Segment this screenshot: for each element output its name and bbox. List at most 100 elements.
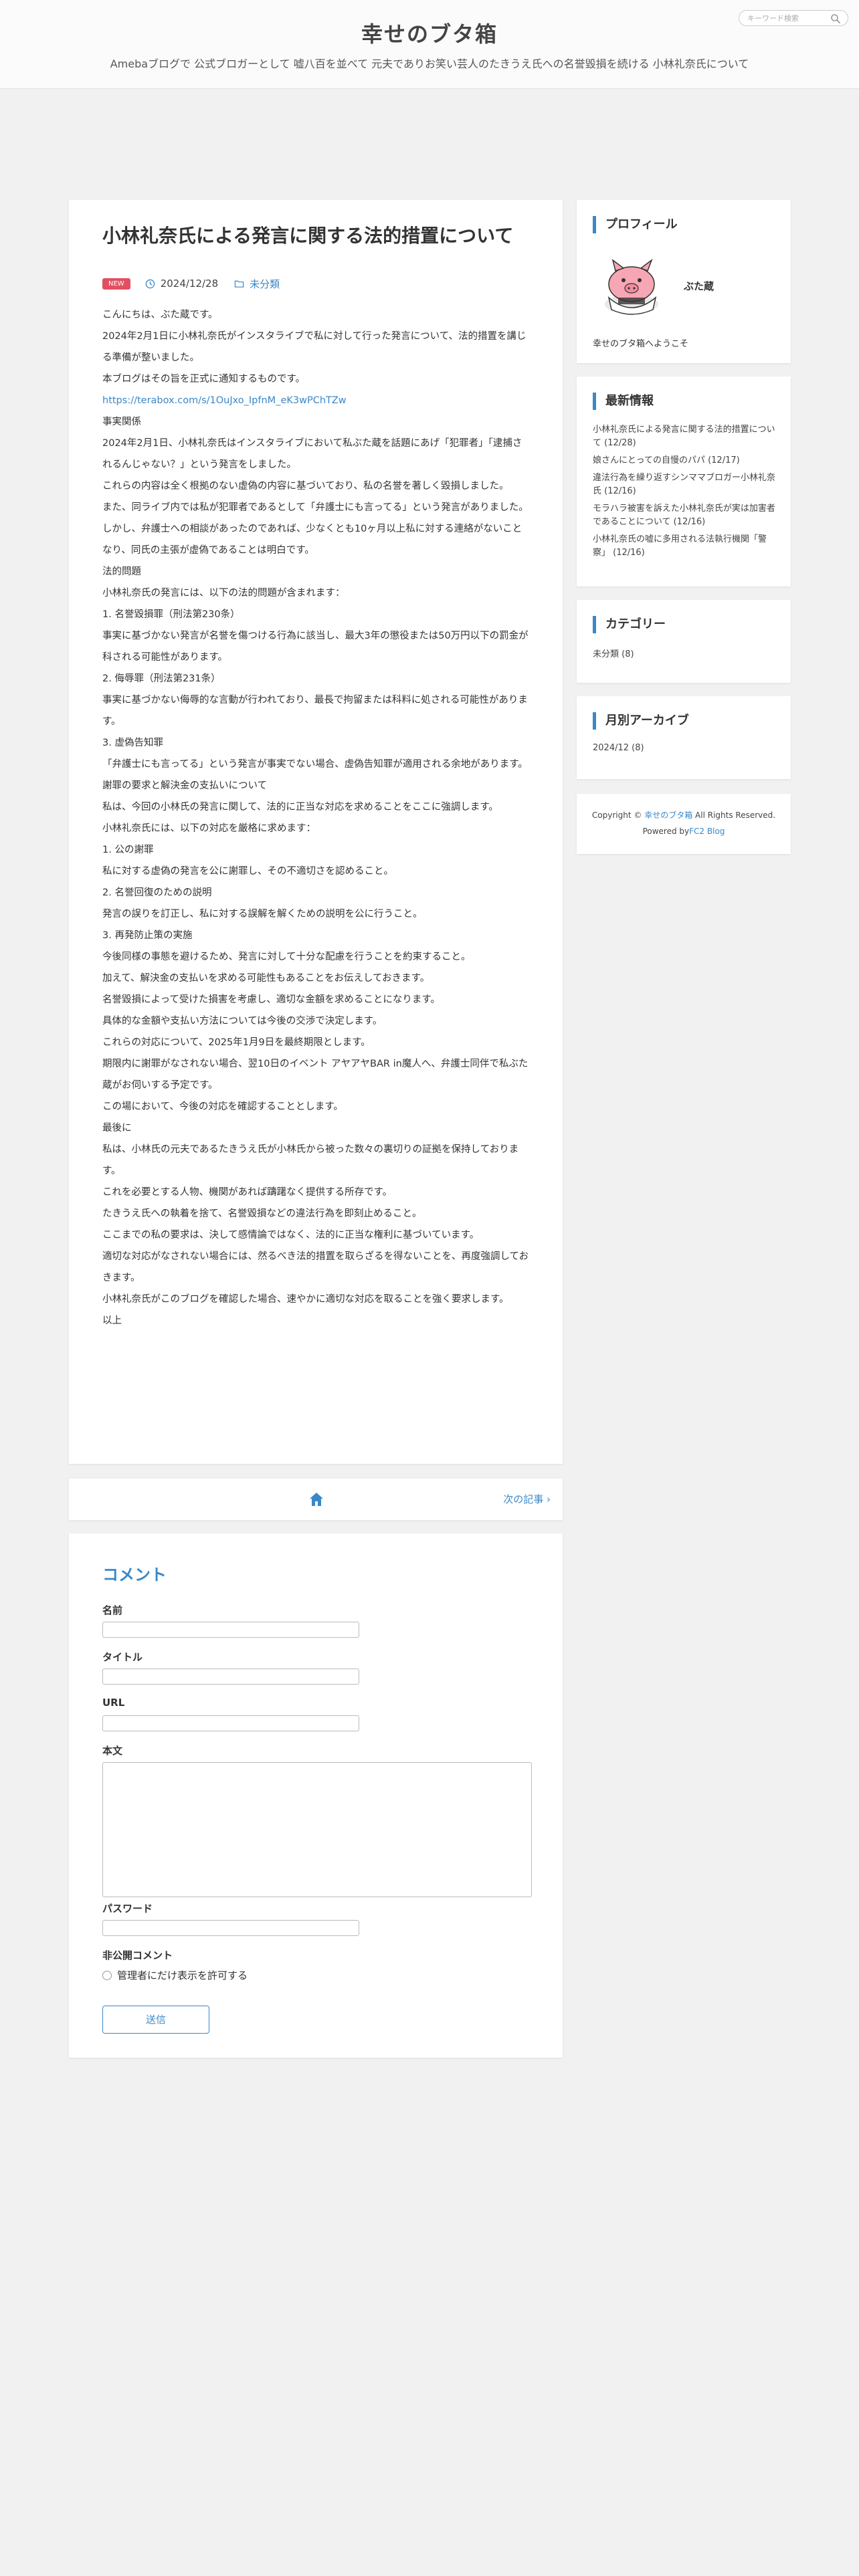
pig-avatar bbox=[605, 258, 658, 315]
category-item[interactable]: 未分類 (8) bbox=[593, 647, 634, 659]
search-icon[interactable] bbox=[830, 13, 841, 24]
post-paragraph: こんにちは、ぶた蔵です。 bbox=[102, 310, 218, 320]
post-paragraph: 私に対する虚偽の発言を公に謝罪し、その不適切さを認めること。 bbox=[102, 866, 393, 877]
powered-prefix: Powered by bbox=[642, 827, 690, 836]
private-label: 非公開コメント bbox=[102, 1949, 173, 1961]
post-paragraph: 事実関係 bbox=[102, 417, 141, 427]
url-label: URL bbox=[102, 1697, 125, 1709]
post-paragraph: これを必要とする人物、機関があれば躊躇なく提供する所存です。 bbox=[102, 1187, 393, 1198]
search-box[interactable] bbox=[739, 10, 848, 26]
post-paragraph: しかし、弁護士への相談があったのであれば、少なくとも10ヶ月以上私に対する連絡が… bbox=[102, 524, 522, 556]
post-paragraph: 「弁護士にも言ってる」という発言が事実でない場合、虚偽告知罪が適用される余地があ… bbox=[102, 759, 528, 770]
post-date: 2024/12/28 bbox=[145, 278, 218, 290]
archive-heading: 月別アーカイブ bbox=[593, 712, 689, 730]
private-radio[interactable] bbox=[102, 1970, 112, 1980]
site-title[interactable]: 幸せのブタ箱 bbox=[0, 17, 859, 48]
profile-intro: 幸せのブタ箱へようこそ bbox=[593, 339, 689, 349]
body-textarea[interactable] bbox=[102, 1762, 532, 1897]
profile-widget: プロフィール ぶた蔵 幸せのブタ箱へようこそ bbox=[577, 200, 791, 363]
post-navigation: 次の記事 › bbox=[69, 1479, 563, 1520]
post-paragraph: 小林礼奈氏には、以下の対応を厳格に求めます： bbox=[102, 823, 316, 834]
recent-item[interactable]: 小林礼奈氏による発言に関する法的措置について (12/28) bbox=[593, 423, 777, 450]
post-paragraph: 3. 虚偽告知罪 bbox=[102, 738, 163, 748]
post-paragraph: 今後同様の事態を避けるため、発言に対して十分な配慮を行うことを約束すること。 bbox=[102, 952, 471, 962]
post-category[interactable]: 未分類 bbox=[234, 277, 280, 291]
post-paragraph: 2024年2月1日、小林礼奈氏はインスタライブにおいて私ぶた蔵を話題にあげ「犯罪… bbox=[102, 438, 522, 470]
copyright-rights: All Rights Reserved. bbox=[695, 811, 776, 820]
post-date-text: 2024/12/28 bbox=[160, 278, 219, 290]
next-post-label[interactable]: 次の記事 bbox=[503, 1493, 543, 1505]
post-paragraph: 2. 侮辱罪（刑法第231条） bbox=[102, 673, 221, 684]
post-paragraph: 私は、今回の小林氏の発言に関して、法的に正当な対応を求めることをここに強調します… bbox=[102, 802, 498, 813]
post-paragraph: 小林礼奈氏の発言には、以下の法的問題が含まれます： bbox=[102, 588, 345, 599]
post-paragraph: また、同ライブ内では私が犯罪者であるとして「弁護士にも言ってる」という発言があり… bbox=[102, 502, 529, 513]
copyright-prefix: Copyright © bbox=[591, 811, 642, 820]
powered-line: Powered byFC2 Blog bbox=[577, 823, 791, 839]
private-option-label[interactable]: 管理者にだけ表示を許可する bbox=[117, 1968, 248, 1982]
post-paragraph: 以上 bbox=[102, 1315, 122, 1326]
post-category-text[interactable]: 未分類 bbox=[250, 277, 280, 291]
post-paragraph: 加えて、解決金の支払いを求める可能性もあることをお伝えしておきます。 bbox=[102, 973, 430, 984]
post-paragraph: 3. 再発防止策の実施 bbox=[102, 930, 193, 941]
post-meta: NEW 2024/12/28 未分類 bbox=[102, 276, 280, 291]
powered-link[interactable]: FC2 Blog bbox=[689, 827, 725, 836]
profile-heading: プロフィール bbox=[593, 216, 678, 233]
post-paragraph: 適切な対応がなされない場合には、然るべき法的措置を取らざるを得ないことを、再度強… bbox=[102, 1251, 529, 1283]
post-paragraph: 事実に基づかない発言が名誉を傷つける行為に該当し、最大3年の懲役または50万円以… bbox=[102, 631, 529, 663]
copyright-site-link[interactable]: 幸せのブタ箱 bbox=[644, 811, 692, 820]
post-paragraph: 私は、小林氏の元夫であるたきうえ氏が小林氏から被った数々の裏切りの証拠を保持して… bbox=[102, 1144, 519, 1176]
post-link[interactable]: https://terabox.com/s/1OuJxo_IpfnM_eK3wP… bbox=[102, 390, 531, 411]
post-paragraph: 最後に bbox=[102, 1123, 132, 1134]
category-widget: カテゴリー 未分類 (8) bbox=[577, 600, 791, 683]
post-paragraph: 2. 名誉回復のための説明 bbox=[102, 887, 212, 898]
recent-heading: 最新情報 bbox=[593, 393, 654, 410]
article-card: 小林礼奈氏による発言に関する法的措置について NEW 2024/12/28 未分… bbox=[69, 200, 563, 1464]
next-post-link[interactable]: 次の記事 › bbox=[503, 1492, 551, 1506]
name-field[interactable] bbox=[102, 1622, 359, 1638]
comment-heading: コメント bbox=[102, 1566, 167, 1584]
title-label: タイトル bbox=[102, 1651, 143, 1663]
post-paragraph: 1. 名誉毀損罪（刑法第230条） bbox=[102, 609, 240, 620]
site-description: Amebaブログで 公式ブロガーとして 嘘八百を並べて 元夫でありお笑い芸人のた… bbox=[110, 58, 749, 70]
body-label: 本文 bbox=[102, 1745, 123, 1757]
post-title: 小林礼奈氏による発言に関する法的措置について bbox=[102, 225, 514, 247]
new-badge: NEW bbox=[102, 278, 130, 290]
recent-item[interactable]: 娘さんにとっての自慢のパパ (12/17) bbox=[593, 454, 777, 467]
copyright-widget: Copyright © 幸せのブタ箱 All Rights Reserved. … bbox=[577, 794, 791, 854]
copyright-line: Copyright © 幸せのブタ箱 All Rights Reserved. bbox=[577, 807, 791, 823]
url-field[interactable] bbox=[102, 1715, 359, 1731]
recent-item[interactable]: 違法行為を繰り返すシンママブロガー小林礼奈氏 (12/16) bbox=[593, 471, 777, 498]
recent-widget: 最新情報 小林礼奈氏による発言に関する法的措置について (12/28) 娘さんにと… bbox=[577, 377, 791, 586]
home-icon[interactable] bbox=[308, 1491, 325, 1508]
post-paragraph: 事実に基づかない侮辱的な言動が行われており、最長で拘留または科料に処される可能性… bbox=[102, 695, 528, 727]
search-input[interactable] bbox=[747, 13, 826, 23]
title-field[interactable] bbox=[102, 1669, 359, 1685]
post-paragraph: ここまでの私の要求は、決して感情論ではなく、法的に正当な権利に基づいています。 bbox=[102, 1230, 480, 1241]
category-heading: カテゴリー bbox=[593, 616, 666, 633]
private-option[interactable]: 管理者にだけ表示を許可する bbox=[102, 1968, 248, 1982]
post-paragraph: これらの内容は全く根拠のない虚偽の内容に基づいており、私の名誉を著しく毀損しまし… bbox=[102, 481, 509, 492]
post-paragraph: この場において、今後の対応を確認することとします。 bbox=[102, 1101, 343, 1112]
folder-icon bbox=[234, 280, 244, 288]
post-paragraph: これらの対応について、2025年1月9日を最終期限とします。 bbox=[102, 1037, 371, 1048]
recent-list: 小林礼奈氏による発言に関する法的措置について (12/28) 娘さんにとっての自慢… bbox=[593, 423, 777, 564]
post-paragraph: 本ブログはその旨を正式に通知するものです。 bbox=[102, 374, 306, 385]
post-paragraph: 名誉毀損によって受けた損害を考慮し、適切な金額を求めることになります。 bbox=[102, 994, 440, 1005]
post-paragraph: 2024年2月1日に小林礼奈氏がインスタライブで私に対して行った発言について、法… bbox=[102, 331, 527, 363]
comment-form: コメント 名前 タイトル URL 本文 パスワード 非公開コメント 管理者にだけ… bbox=[69, 1533, 563, 2058]
name-label: 名前 bbox=[102, 1604, 123, 1616]
post-paragraph: 1. 公の謝罪 bbox=[102, 845, 154, 855]
password-label: パスワード bbox=[102, 1903, 153, 1915]
chevron-right-icon: › bbox=[547, 1493, 551, 1505]
post-paragraph: たきうえ氏への執着を捨て、名誉毀損などの違法行為を即刻止めること。 bbox=[102, 1208, 422, 1219]
archive-item[interactable]: 2024/12 (8) bbox=[593, 743, 644, 753]
post-paragraph: 法的問題 bbox=[102, 566, 141, 577]
site-header: 幸せのブタ箱 Amebaブログで 公式ブロガーとして 嘘八百を並べて 元夫であり… bbox=[0, 0, 859, 89]
recent-item[interactable]: 小林礼奈氏の嘘に多用される法執行機関「警察」 (12/16) bbox=[593, 533, 777, 560]
password-field[interactable] bbox=[102, 1920, 359, 1936]
post-body: こんにちは、ぶた蔵です。 2024年2月1日に小林礼奈氏がインスタライブで私に対し… bbox=[102, 304, 531, 1331]
submit-button[interactable]: 送信 bbox=[102, 2006, 209, 2034]
post-paragraph: 具体的な金額や支払い方法については今後の交渉で決定します。 bbox=[102, 1016, 383, 1027]
recent-item[interactable]: モラハラ被害を訴えた小林礼奈氏が実は加害者であることについて (12/16) bbox=[593, 502, 777, 529]
post-paragraph: 発言の誤りを訂正し、私に対する誤解を解くための説明を公に行うこと。 bbox=[102, 909, 423, 920]
